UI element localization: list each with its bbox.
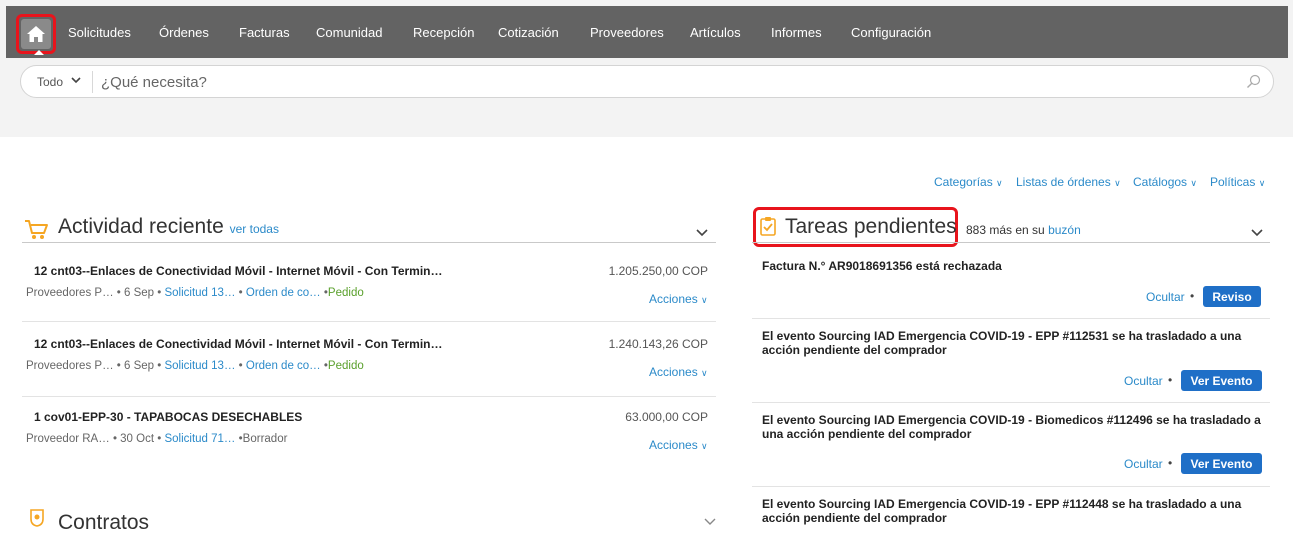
- separator-dot: •: [238, 287, 243, 299]
- nav-facturas[interactable]: Facturas: [239, 25, 290, 40]
- contratos-header: Contratos: [58, 511, 150, 534]
- task-text[interactable]: El evento Sourcing IAD Emergencia COVID-…: [762, 497, 1272, 525]
- search-divider: [92, 71, 93, 93]
- date: • 6 Sep •: [116, 287, 162, 299]
- acciones-menu[interactable]: Acciones ∨: [649, 438, 708, 452]
- search-bar: Todo: [20, 65, 1274, 98]
- separator-dot: •: [238, 360, 243, 372]
- chevron-down-icon: ∨: [1258, 178, 1266, 188]
- actividad-reciente-header: Actividad reciente ver todas: [58, 215, 279, 239]
- supplier: Proveedor RA…: [26, 433, 110, 445]
- nav-informes[interactable]: Informes: [771, 25, 822, 40]
- nav-configuracion[interactable]: Configuración: [851, 25, 931, 40]
- more-text: 883 más en su: [966, 223, 1045, 237]
- activity-item-amount: 1.240.143,26 COP: [608, 337, 708, 351]
- search-scope-select[interactable]: Todo: [37, 75, 63, 89]
- supplier: Proveedores P…: [26, 287, 114, 299]
- acciones-menu[interactable]: Acciones ∨: [649, 365, 708, 379]
- section-divider: [752, 242, 1270, 243]
- requisition-link[interactable]: Solicitud 13…: [164, 287, 235, 299]
- home-button[interactable]: [16, 14, 56, 55]
- row-divider: [752, 318, 1270, 319]
- activity-item-amount: 63.000,00 COP: [625, 410, 708, 424]
- reviso-button[interactable]: Reviso: [1203, 286, 1261, 307]
- nav-solicitudes[interactable]: Solicitudes: [68, 25, 131, 40]
- categorias-label: Categorías: [934, 175, 993, 189]
- order-link[interactable]: Orden de co…: [246, 287, 321, 299]
- activity-item-meta: Proveedor RA… • 30 Oct • Solicitud 71… •…: [26, 433, 287, 445]
- chevron-down-icon: ∨: [701, 295, 708, 305]
- chevron-down-icon: ∨: [701, 368, 708, 378]
- activity-item-title[interactable]: 1 cov01-EPP-30 - TAPABOCAS DESECHABLES: [34, 410, 302, 424]
- section-divider: [22, 242, 716, 243]
- order-link[interactable]: Orden de co…: [246, 360, 321, 372]
- separator-dot: •: [1168, 373, 1173, 387]
- activity-item-title[interactable]: 12 cnt03--Enlaces de Conectividad Móvil …: [34, 337, 443, 351]
- date: • 30 Oct •: [112, 433, 162, 445]
- buzon-count: 883 más en su buzón: [966, 223, 1081, 237]
- categorias-menu[interactable]: Categorías ∨: [934, 175, 1003, 189]
- activity-item-meta: Proveedores P… • 6 Sep • Solicitud 13… •…: [26, 287, 364, 299]
- row-divider: [22, 396, 716, 397]
- clipboard-check-icon: [760, 217, 776, 236]
- shopping-cart-icon: [25, 220, 48, 239]
- acciones-label: Acciones: [649, 438, 698, 452]
- task-text[interactable]: El evento Sourcing IAD Emergencia COVID-…: [762, 413, 1272, 441]
- task-text[interactable]: Factura N.° AR9018691356 está rechazada: [762, 259, 1272, 273]
- task-text[interactable]: El evento Sourcing IAD Emergencia COVID-…: [762, 329, 1272, 357]
- ocultar-link[interactable]: Ocultar: [1146, 290, 1185, 304]
- acciones-label: Acciones: [649, 292, 698, 306]
- acciones-menu[interactable]: Acciones ∨: [649, 292, 708, 306]
- nav-articulos[interactable]: Artículos: [690, 25, 741, 40]
- ocultar-link[interactable]: Ocultar: [1124, 374, 1163, 388]
- chevron-down-icon: ∨: [996, 178, 1003, 188]
- home-icon: [21, 19, 51, 55]
- chevron-down-icon: ∨: [1114, 178, 1121, 188]
- row-divider: [22, 321, 716, 322]
- nav-ordenes[interactable]: Órdenes: [159, 25, 209, 40]
- buzon-link[interactable]: buzón: [1048, 223, 1081, 237]
- ocultar-link[interactable]: Ocultar: [1124, 457, 1163, 471]
- chevron-down-icon[interactable]: [696, 229, 708, 237]
- supplier: Proveedores P…: [26, 360, 114, 372]
- search-input[interactable]: [101, 70, 1221, 94]
- status-text: Borrador: [242, 433, 288, 445]
- catalogos-menu[interactable]: Catálogos ∨: [1133, 175, 1197, 189]
- separator-dot: •: [1168, 456, 1173, 470]
- chevron-down-icon[interactable]: [1251, 229, 1263, 237]
- row-divider: [752, 486, 1270, 487]
- status-text: Pedido: [327, 360, 364, 372]
- top-navigation-bar: Solicitudes Órdenes Facturas Comunidad R…: [6, 6, 1288, 58]
- nav-proveedores[interactable]: Proveedores: [590, 25, 664, 40]
- listas-label: Listas de órdenes: [1016, 175, 1111, 189]
- requisition-link[interactable]: Solicitud 71…: [164, 433, 235, 445]
- nav-comunidad[interactable]: Comunidad: [316, 25, 383, 40]
- section-title: Actividad reciente: [58, 215, 224, 238]
- politicas-menu[interactable]: Políticas ∨: [1210, 175, 1265, 189]
- row-divider: [752, 402, 1270, 403]
- ver-todas-link[interactable]: ver todas: [230, 222, 279, 236]
- status-text: Pedido: [327, 287, 364, 299]
- ver-evento-button[interactable]: Ver Evento: [1181, 453, 1262, 474]
- activity-item-title[interactable]: 12 cnt03--Enlaces de Conectividad Móvil …: [34, 264, 443, 278]
- chevron-down-icon[interactable]: [71, 77, 81, 84]
- listas-ordenes-menu[interactable]: Listas de órdenes ∨: [1016, 175, 1121, 189]
- date: • 6 Sep •: [116, 360, 162, 372]
- search-icon[interactable]: [1246, 74, 1261, 89]
- tareas-pendientes-title: Tareas pendientes: [785, 215, 957, 238]
- chevron-down-icon[interactable]: [704, 518, 716, 526]
- catalogos-label: Catálogos: [1133, 175, 1188, 189]
- contract-icon: [30, 509, 44, 527]
- acciones-label: Acciones: [649, 365, 698, 379]
- chevron-down-icon: ∨: [1190, 178, 1197, 188]
- nav-cotizacion[interactable]: Cotización: [498, 25, 559, 40]
- activity-item-meta: Proveedores P… • 6 Sep • Solicitud 13… •…: [26, 360, 364, 372]
- ver-evento-button[interactable]: Ver Evento: [1181, 370, 1262, 391]
- activity-item-amount: 1.205.250,00 COP: [608, 264, 708, 278]
- separator-dot: •: [1190, 289, 1195, 303]
- nav-recepcion[interactable]: Recepción: [413, 25, 474, 40]
- chevron-down-icon: ∨: [701, 441, 708, 451]
- requisition-link[interactable]: Solicitud 13…: [164, 360, 235, 372]
- politicas-label: Políticas: [1210, 175, 1256, 189]
